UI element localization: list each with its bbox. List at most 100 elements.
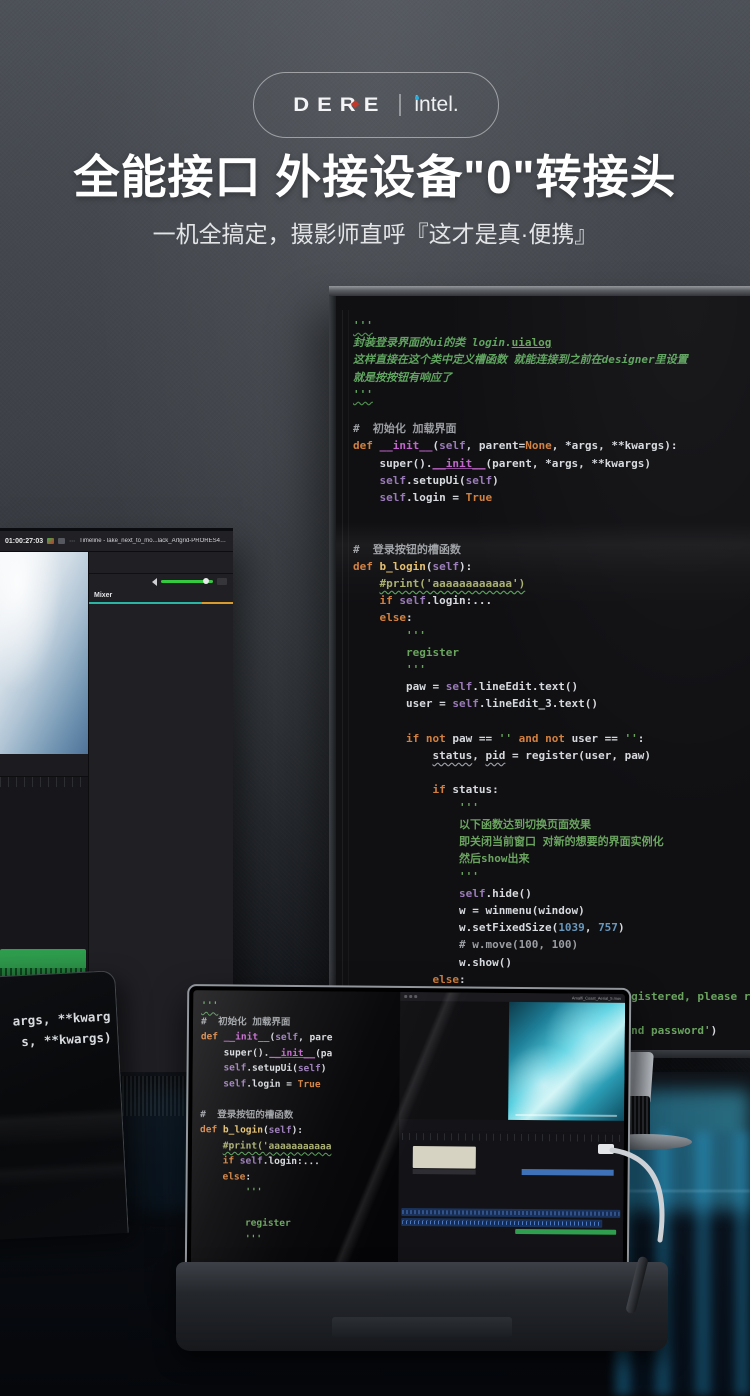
preview-ocean-frame — [508, 1002, 625, 1121]
title-clip[interactable] — [412, 1146, 476, 1169]
dere-logo: DERE — [293, 94, 386, 117]
viewer-frame — [0, 552, 88, 754]
code-line: ''' — [353, 661, 750, 678]
code-line: self.login = True — [353, 489, 750, 506]
audio-waveform-clip[interactable] — [401, 1218, 603, 1228]
code-line: #print('aaaaaaaaaaa — [200, 1138, 399, 1155]
code-line: 以下函数达到切换页面效果 — [353, 816, 750, 833]
code-line: 就是按按钮有响应了 — [353, 369, 750, 386]
code-line: if self.login:... — [353, 592, 750, 609]
mixer-title: Mixer — [94, 592, 112, 599]
code-line — [353, 764, 750, 781]
code-line: else: — [353, 609, 750, 626]
code-line: def __init__(self, parent=None, *args, *… — [353, 437, 750, 454]
code-line: register — [353, 644, 750, 661]
title-clip-label — [412, 1169, 476, 1175]
code-line — [353, 403, 750, 420]
code-line: self.login = True — [200, 1076, 399, 1093]
code-line: self.hide() — [353, 885, 750, 902]
audio-waveform-clip[interactable] — [401, 1208, 620, 1218]
intel-logo: intel. — [414, 93, 458, 117]
code-line — [200, 1091, 399, 1108]
laptop-code-fragment: args, **kwargs, **kwargs) — [0, 1005, 112, 1056]
python-code-editor: '''封装登录界面的ui的类 login.uialog这样直接在这个类中定义槽函… — [353, 317, 750, 1050]
scopes-icon[interactable] — [47, 538, 54, 544]
tablet-code-editor: '''# 初始化 加载界面def __init__(self, pare sup… — [191, 990, 400, 1278]
code-line: s, **kwargs) — [0, 1026, 112, 1056]
tablet-video-editor: Amalfi_Coast_Aerial_5.mov — [397, 992, 625, 1280]
code-line: 封装登录界面的ui的类 login.uialog — [353, 334, 750, 351]
code-line: 然后show出来 — [353, 850, 750, 867]
timeline-ruler[interactable] — [0, 777, 88, 787]
tablet-screen: '''# 初始化 加载界面def __init__(self, pare sup… — [191, 990, 625, 1280]
brand-divider — [399, 94, 401, 116]
code-line: 即关闭当前窗口 对新的想要的界面实例化 — [353, 833, 750, 850]
code-line: 这样直接在这个类中定义槽函数 就能连接到之前在designer里设置 — [353, 351, 750, 368]
volume-slider[interactable] — [161, 580, 213, 583]
code-line: w.setFixedSize(1039, 757) — [353, 919, 750, 936]
code-line: ''' — [199, 1184, 398, 1201]
speaker-icon — [152, 578, 157, 586]
code-line: w = winmenu(window) — [353, 902, 750, 919]
resolve-topbar: 01:00:27:03 ⋯ Timeline - lake_next_to_mo… — [0, 531, 233, 552]
tablet-timeline-ruler[interactable] — [402, 1133, 621, 1142]
code-line: # 登录按钮的槽函数 — [353, 541, 750, 558]
timeline-title: Timeline - lake_next_to_mo...lack_Artgri… — [79, 538, 228, 544]
code-line: ''' — [353, 317, 750, 334]
viewer-mode-icon[interactable] — [58, 538, 65, 544]
right-monitor-bezel — [329, 286, 750, 296]
code-line — [199, 1200, 398, 1217]
laptop-screen: args, **kwargs, **kwargs) — [0, 970, 129, 1243]
hero-headline: 全能接口 外接设备"0"转接头 — [0, 141, 750, 207]
code-line: # 登录按钮的槽函数 — [200, 1107, 399, 1124]
code-line: if not paw == '' and not user == '': — [353, 730, 750, 747]
code-line: status, pid = register(user, paw) — [353, 747, 750, 764]
code-line: super().__init__(parent, *args, **kwargs… — [353, 455, 750, 472]
video-clip-row — [401, 1178, 621, 1208]
code-line: def b_login(self): — [200, 1122, 399, 1139]
code-line: def __init__(self, pare — [201, 1029, 400, 1046]
indent-guide — [348, 310, 349, 1050]
brand-lockup: DERE intel. — [253, 72, 499, 138]
code-line — [353, 506, 750, 523]
code-line: def b_login(self): — [353, 558, 750, 575]
hero-subheadline: 一机全搞定，摄影师直呼『这才是真·便携』 — [0, 215, 750, 249]
tablet-keyboard-dock — [176, 1262, 668, 1351]
code-line: ''' — [201, 998, 400, 1015]
tablet-device: '''# 初始化 加载界面def __init__(self, pare sup… — [185, 984, 632, 1286]
code-line: ''' — [199, 1231, 398, 1248]
code-line: else: — [200, 1169, 399, 1186]
right-monitor-screen: '''封装登录界面的ui的类 login.uialog这样直接在这个类中定义槽函… — [336, 296, 750, 1050]
right-monitor: '''封装登录界面的ui的类 login.uialog这样直接在这个类中定义槽函… — [329, 286, 750, 1058]
clip-filename: Amalfi_Coast_Aerial_5.mov — [572, 995, 621, 1000]
code-line: register — [199, 1215, 398, 1232]
code-line: user = self.lineEdit_3.text() — [353, 695, 750, 712]
code-line: ''' — [353, 386, 750, 403]
code-line: ''' — [353, 799, 750, 816]
video-track — [0, 905, 86, 945]
code-line: super().__init__(pa — [201, 1045, 400, 1062]
toolbar-icons — [404, 995, 417, 998]
promo-page: DERE intel. 全能接口 外接设备"0"转接头 一机全搞定，摄影师直呼『… — [0, 0, 750, 1396]
code-line: w.show() — [353, 954, 750, 971]
code-line — [353, 523, 750, 540]
indent-guide — [342, 310, 343, 1050]
code-line: args, **kwarg — [0, 1005, 111, 1035]
code-line — [353, 713, 750, 730]
tablet-timeline — [397, 1131, 624, 1280]
code-line: # 初始化 加载界面 — [353, 420, 750, 437]
code-line: self.setupUi(self) — [201, 1060, 400, 1077]
code-line: if status: — [353, 781, 750, 798]
code-line: # 初始化 加载界面 — [201, 1014, 400, 1031]
code-line: ''' — [353, 868, 750, 885]
right-monitor-bezel-left — [329, 296, 336, 1050]
mixer-header: Mixer — [89, 589, 233, 604]
code-line: # w.move(100, 100) — [353, 936, 750, 953]
code-line: if self.login:... — [200, 1153, 399, 1170]
code-line: ''' — [353, 627, 750, 644]
mute-button[interactable] — [217, 578, 227, 585]
audio-clip-green[interactable] — [515, 1229, 616, 1235]
options-menu-icon[interactable]: ⋯ — [69, 538, 75, 545]
media-pool-grid — [399, 1001, 510, 1120]
code-line: self.setupUi(self) — [353, 472, 750, 489]
